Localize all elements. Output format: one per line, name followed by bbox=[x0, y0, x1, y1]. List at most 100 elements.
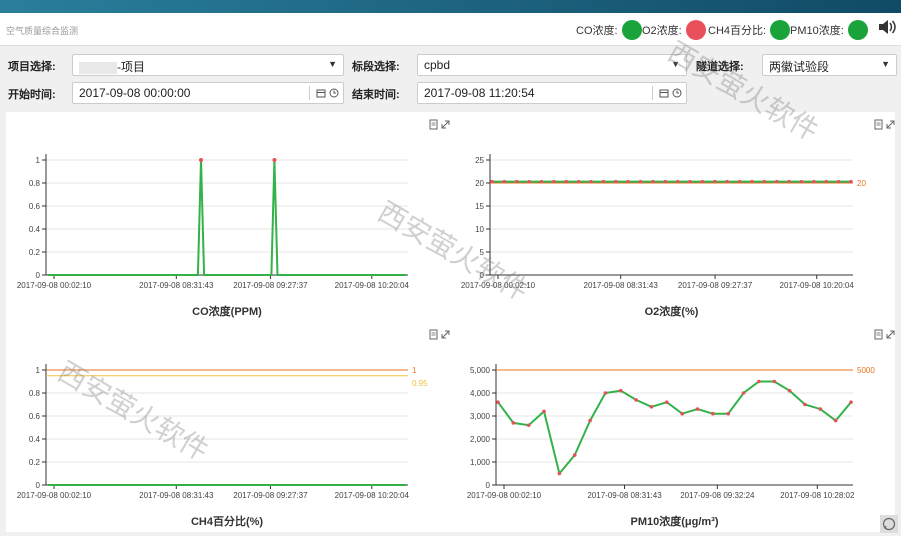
data-view-icon[interactable] bbox=[874, 329, 883, 340]
calendar-icon[interactable] bbox=[316, 88, 326, 98]
calendar-icon[interactable] bbox=[659, 88, 669, 98]
chart-toolbar bbox=[429, 329, 450, 340]
y-tick-label: 0.6 bbox=[29, 202, 41, 211]
chat-icon[interactable] bbox=[880, 515, 898, 533]
y-tick-label: 0.6 bbox=[29, 412, 41, 421]
data-point bbox=[502, 179, 507, 184]
data-point bbox=[272, 158, 277, 162]
restore-icon[interactable] bbox=[441, 330, 450, 339]
project-select[interactable]: -项目 ▼ bbox=[72, 54, 344, 76]
data-point bbox=[511, 421, 516, 425]
data-point bbox=[803, 402, 807, 407]
o2-indicator: O2浓度: bbox=[642, 19, 706, 41]
section-select[interactable]: cpbd ▼ bbox=[417, 54, 687, 76]
chart-canvas: 0 5 10 15 20 25 2017-09-08 00:02:10 2017-09-08 … bbox=[461, 119, 895, 318]
y-tick-label: 0.2 bbox=[29, 458, 41, 467]
x-tick-label: 2017-09-08 00:02:10 bbox=[461, 281, 536, 290]
y-tick-label: 0 bbox=[480, 271, 485, 280]
start-time-input[interactable]: 2017-09-08 00:00:00 bbox=[72, 82, 344, 104]
data-view-icon[interactable] bbox=[429, 329, 438, 340]
data-point bbox=[539, 179, 544, 184]
data-point bbox=[772, 379, 777, 384]
restore-icon[interactable] bbox=[886, 330, 895, 339]
data-point bbox=[663, 179, 668, 184]
data-point bbox=[572, 453, 577, 457]
data-point bbox=[496, 400, 500, 404]
end-time-input[interactable]: 2017-09-08 11:20:54 bbox=[417, 82, 687, 104]
data-point bbox=[700, 179, 705, 184]
chart-title: CO浓度(PPM) bbox=[192, 304, 262, 318]
data-point bbox=[818, 407, 823, 411]
y-tick-label: 0.4 bbox=[29, 225, 41, 234]
data-point bbox=[787, 388, 792, 393]
data-point bbox=[711, 411, 715, 416]
start-time-label: 开始时间: bbox=[8, 89, 56, 101]
y-tick-label: 5,000 bbox=[470, 366, 491, 375]
x-tick-label: 2017-09-08 00:02:10 bbox=[17, 281, 92, 290]
x-tick-label: 2017-09-08 10:20:04 bbox=[335, 491, 410, 500]
data-point bbox=[514, 179, 519, 184]
data-point bbox=[618, 388, 623, 393]
ch4-status-dot bbox=[770, 20, 791, 40]
y-tick-label: 0.2 bbox=[29, 248, 41, 257]
data-point bbox=[787, 179, 791, 184]
data-view-icon[interactable] bbox=[874, 119, 883, 130]
y-tick-label: 10 bbox=[475, 225, 484, 234]
page-title: 空气质量综合监测 bbox=[6, 26, 79, 36]
y-tick-label: 20 bbox=[475, 179, 484, 188]
project-select-value: -项目 bbox=[117, 60, 145, 74]
chart-title: PM10浓度(μg/m³) bbox=[630, 514, 718, 528]
x-tick-label: 2017-09-08 10:20:04 bbox=[335, 281, 410, 290]
x-tick-label: 2017-09-08 09:32:24 bbox=[680, 491, 755, 500]
threshold-label: 1 bbox=[412, 366, 417, 375]
data-point bbox=[695, 407, 700, 411]
data-point bbox=[603, 391, 608, 395]
co-chart: 0 0.2 0.4 0.6 0.8 1 2017-09-08 00:02:10 2017-09… bbox=[6, 112, 450, 322]
x-tick-label: 2017-09-08 10:20:04 bbox=[780, 281, 855, 290]
section-label: 标段选择: bbox=[352, 61, 400, 73]
data-point bbox=[849, 400, 853, 404]
co-status-dot bbox=[621, 20, 642, 40]
o2-indicator-label: O2浓度: bbox=[642, 25, 682, 37]
data-view-icon[interactable] bbox=[429, 119, 438, 130]
restore-icon[interactable] bbox=[886, 120, 895, 129]
pm10-indicator-label: PM10浓度: bbox=[790, 25, 844, 37]
start-time-picker[interactable] bbox=[309, 86, 339, 100]
tunnel-select[interactable]: 两徽试验段 ▼ bbox=[762, 54, 897, 76]
tunnel-label: 隧道选择: bbox=[696, 61, 744, 73]
end-time-value: 2017-09-08 11:20:54 bbox=[424, 86, 535, 100]
clock-icon[interactable] bbox=[329, 88, 339, 98]
data-point bbox=[812, 179, 816, 184]
chart-canvas: 0 1,000 2,000 3,000 4,000 5,000 2017-09-08 00:… bbox=[467, 329, 895, 528]
data-point bbox=[526, 423, 531, 427]
data-point bbox=[849, 179, 853, 184]
threshold-label: 5000 bbox=[857, 366, 875, 375]
co-indicator: CO浓度: bbox=[576, 19, 642, 41]
series-line bbox=[497, 380, 852, 476]
chart-toolbar bbox=[429, 119, 450, 130]
y-tick-label: 3,000 bbox=[470, 412, 491, 421]
y-tick-label: 2,000 bbox=[470, 435, 491, 444]
x-tick-label: 2017-09-08 09:27:37 bbox=[678, 281, 753, 290]
ch4-indicator-label: CH4百分比: bbox=[708, 25, 767, 37]
data-point bbox=[688, 179, 692, 184]
data-point bbox=[762, 179, 767, 184]
data-point bbox=[198, 158, 203, 162]
x-tick-label: 2017-09-08 08:31:43 bbox=[139, 491, 214, 500]
data-point bbox=[634, 398, 638, 402]
end-time-picker[interactable] bbox=[652, 86, 682, 100]
speaker-icon[interactable] bbox=[877, 18, 897, 36]
data-point bbox=[527, 179, 531, 184]
chevron-down-icon: ▼ bbox=[881, 59, 890, 69]
x-tick-label: 2017-09-08 08:31:43 bbox=[587, 491, 662, 500]
data-point bbox=[726, 411, 731, 416]
data-point bbox=[665, 400, 669, 404]
clock-icon[interactable] bbox=[672, 88, 682, 98]
data-point bbox=[675, 179, 680, 184]
ch4-chart: 0 0.2 0.4 0.6 0.8 1 2017-09-08 00:02:10 2017-09… bbox=[6, 322, 450, 532]
data-point bbox=[750, 179, 754, 184]
restore-icon[interactable] bbox=[441, 120, 450, 129]
y-tick-label: 0 bbox=[36, 481, 41, 490]
pm10-chart: 0 1,000 2,000 3,000 4,000 5,000 2017-09-08 00:… bbox=[450, 322, 895, 532]
x-tick-label: 2017-09-08 08:31:43 bbox=[584, 281, 659, 290]
